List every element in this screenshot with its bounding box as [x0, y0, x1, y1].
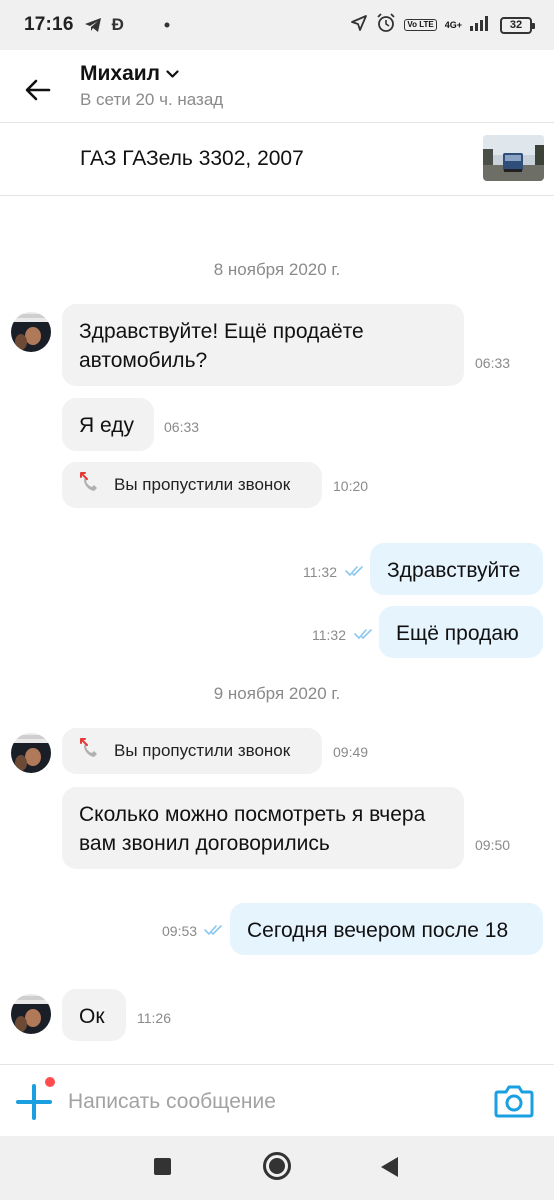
- read-ticks-icon: [204, 923, 224, 941]
- system-nav-bar: [0, 1136, 554, 1200]
- signal-icon: [470, 15, 492, 36]
- message-input[interactable]: [68, 1085, 468, 1119]
- message-bubble[interactable]: Ещё продаю: [379, 606, 543, 658]
- message-bubble[interactable]: Сколько можно посмотреть я вчера вам зво…: [62, 787, 464, 869]
- message-text: Ок: [79, 1005, 105, 1028]
- message-time: 09:50: [475, 837, 511, 853]
- message-bubble[interactable]: Ок: [62, 989, 126, 1041]
- message-time: 11:32: [303, 564, 337, 580]
- message-text: Здравствуйте! Ещё продаёте автомобиль?: [79, 320, 364, 372]
- back-arrow-icon: [25, 79, 51, 101]
- camera-button[interactable]: [494, 1083, 534, 1121]
- missed-call-icon: [78, 471, 102, 500]
- listing-title: ГАЗ ГАЗель 3302, 2007: [80, 147, 304, 170]
- network-type-label: 4G+: [444, 19, 462, 30]
- status-time: 17:16: [24, 14, 74, 35]
- network-indicator: 4G+: [444, 19, 462, 30]
- volte-icon: Vo LTE: [404, 19, 437, 31]
- notification-dot-icon: [45, 1077, 55, 1087]
- alarm-icon: [376, 12, 396, 38]
- battery-icon: 32: [500, 16, 535, 34]
- composer-bar: [0, 1064, 554, 1136]
- date-separator: 9 ноября 2020 г.: [213, 684, 341, 703]
- listing-thumbnail[interactable]: [483, 135, 544, 181]
- message-time: 06:33: [164, 419, 200, 435]
- message-text: Ещё продаю: [396, 622, 519, 645]
- avatar[interactable]: [11, 994, 51, 1034]
- message-time: 10:20: [333, 478, 369, 494]
- d-app-icon: Đ: [111, 15, 124, 34]
- message-bubble[interactable]: Я еду: [62, 398, 154, 451]
- contact-info[interactable]: Михаил В сети 20 ч. назад: [80, 62, 223, 110]
- message-text: Сегодня вечером после 18: [247, 919, 509, 942]
- status-bar: 17:16 Đ Vo LTE 4G+ 32: [0, 0, 554, 50]
- contact-name: Михаил: [80, 62, 161, 85]
- message-time: 09:53: [162, 923, 198, 939]
- missed-call-icon: [78, 737, 102, 766]
- read-ticks-icon: [345, 564, 365, 582]
- message-text: Сколько можно посмотреть я вчера вам зво…: [79, 803, 426, 855]
- message-time: 11:26: [137, 1010, 171, 1026]
- missed-call-text: Вы пропустили звонок: [114, 475, 291, 494]
- message-text: Я еду: [79, 414, 134, 437]
- chevron-down-icon: [166, 69, 179, 78]
- message-bubble[interactable]: Здравствуйте: [370, 543, 543, 595]
- recent-apps-button[interactable]: [154, 1158, 171, 1175]
- plus-icon: [16, 1084, 52, 1120]
- telegram-icon: [84, 17, 102, 33]
- read-ticks-icon: [354, 627, 374, 645]
- missed-call-text: Вы пропустили звонок: [114, 741, 291, 760]
- message-text: Здравствуйте: [387, 559, 521, 582]
- contact-status: В сети 20 ч. назад: [80, 90, 224, 109]
- system-back-button[interactable]: [381, 1157, 398, 1177]
- chat-header: Михаил В сети 20 ч. назад: [0, 50, 554, 123]
- listing-bar[interactable]: ГАЗ ГАЗель 3302, 2007: [0, 123, 554, 196]
- avatar[interactable]: [11, 733, 51, 773]
- location-icon: [350, 14, 368, 37]
- message-time: 09:49: [333, 744, 369, 760]
- message-bubble[interactable]: Здравствуйте! Ещё продаёте автомобиль?: [62, 304, 464, 386]
- back-button[interactable]: [18, 70, 58, 110]
- message-bubble[interactable]: Сегодня вечером после 18: [230, 903, 543, 955]
- missed-call-bubble[interactable]: Вы пропустили звонок: [62, 462, 322, 508]
- camera-icon: [494, 1085, 534, 1118]
- notification-dot-icon: [164, 22, 170, 28]
- message-list[interactable]: 8 ноября 2020 г. Здравствуйте! Ещё прода…: [0, 196, 554, 1064]
- date-separator: 8 ноября 2020 г.: [213, 260, 341, 279]
- avatar[interactable]: [11, 312, 51, 352]
- missed-call-bubble[interactable]: Вы пропустили звонок: [62, 728, 322, 774]
- message-time: 06:33: [475, 355, 511, 371]
- attach-button[interactable]: [14, 1082, 54, 1122]
- message-time: 11:32: [312, 627, 346, 643]
- home-button[interactable]: [263, 1152, 291, 1180]
